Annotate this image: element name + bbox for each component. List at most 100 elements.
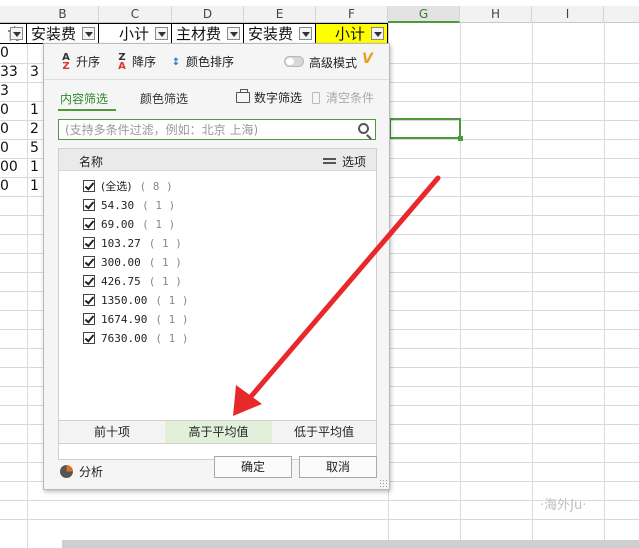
list-item[interactable]: 7630.00 ( 1 ): [83, 330, 188, 346]
cell[interactable]: 0: [0, 44, 30, 63]
column-header-d[interactable]: D: [172, 6, 244, 23]
header-cell-label: 安装费: [30, 25, 76, 43]
pie-chart-icon: [60, 465, 73, 478]
column-header-c[interactable]: C: [99, 6, 172, 23]
list-item-count: ( 1 ): [155, 331, 189, 345]
cell[interactable]: 5: [30, 139, 42, 158]
analyze-button[interactable]: 分析: [60, 463, 103, 480]
cell[interactable]: 1: [30, 158, 42, 177]
list-item-count: ( 8 ): [139, 179, 173, 193]
checkbox-checked-icon[interactable]: [83, 199, 95, 211]
sort-by-color-button[interactable]: ↕ 颜色排序: [170, 54, 234, 70]
column-header-g[interactable]: G: [388, 6, 460, 23]
header-cell-a[interactable]: 肯: [0, 23, 27, 44]
cell[interactable]: 0: [0, 177, 30, 196]
column-header-b[interactable]: B: [27, 6, 99, 23]
cell[interactable]: 1: [30, 101, 42, 120]
sort-descending-button[interactable]: ZA 降序: [116, 53, 156, 72]
list-options-label: 选项: [341, 155, 366, 169]
header-cell-f[interactable]: 小计: [316, 23, 388, 44]
cell[interactable]: 3: [0, 82, 30, 101]
search-input[interactable]: [65, 122, 350, 137]
filter-dropdown-icon[interactable]: [299, 27, 312, 40]
analyze-label: 分析: [79, 465, 104, 479]
column-header-i[interactable]: I: [532, 6, 604, 23]
checkbox-checked-icon[interactable]: [83, 294, 95, 306]
tab-color-filter[interactable]: 颜色筛选: [140, 90, 188, 107]
column-header-e[interactable]: E: [244, 6, 316, 23]
search-icon[interactable]: [358, 123, 369, 134]
checkbox-checked-icon[interactable]: [83, 237, 95, 249]
header-cell-label: 安装费: [247, 25, 293, 43]
watermark: ·海外Ju·: [540, 498, 587, 513]
list-item[interactable]: 1350.00 ( 1 ): [83, 292, 188, 308]
header-cell-d[interactable]: 主材费: [172, 23, 244, 44]
list-options-button[interactable]: 选项: [322, 153, 366, 170]
list-item-label: 103.27: [101, 236, 141, 250]
cell[interactable]: 0: [0, 101, 30, 120]
list-header: 名称 选项: [59, 149, 376, 171]
header-cell-c[interactable]: 小计: [99, 23, 172, 44]
number-filter-button[interactable]: 数字筛选: [236, 89, 302, 106]
list-item[interactable]: 300.00 ( 1 ): [83, 254, 182, 270]
column-header-f[interactable]: F: [316, 6, 388, 23]
list-item-label: 1350.00: [101, 293, 148, 307]
checkbox-checked-icon[interactable]: [83, 180, 95, 192]
sort-ascending-button[interactable]: AZ 升序: [60, 52, 101, 72]
checkbox-checked-icon[interactable]: [83, 313, 95, 325]
header-cell-label: 主材费: [175, 25, 221, 43]
header-cell-label: 小计: [118, 25, 149, 43]
cell[interactable]: 0: [0, 139, 30, 158]
above-average-button[interactable]: 高于平均值: [165, 421, 272, 443]
tab-content-filter[interactable]: 内容筛选: [60, 90, 108, 107]
list-item-count: ( 1 ): [142, 217, 176, 231]
filter-dropdown-icon[interactable]: [371, 27, 384, 40]
list-item[interactable]: 426.75 ( 1 ): [83, 273, 182, 289]
filter-dropdown-icon[interactable]: [82, 27, 95, 40]
checkbox-checked-icon[interactable]: [83, 275, 95, 287]
cell[interactable]: 33: [0, 63, 30, 82]
cell[interactable]: 1: [30, 177, 42, 196]
filter-dropdown-icon[interactable]: [227, 27, 240, 40]
checkbox-checked-icon[interactable]: [83, 218, 95, 230]
checkbox-checked-icon[interactable]: [83, 256, 95, 268]
gridline: [0, 519, 639, 520]
resize-grip-icon[interactable]: [379, 479, 387, 487]
advanced-mode-toggle[interactable]: [284, 56, 304, 67]
list-item[interactable]: 54.30 ( 1 ): [83, 197, 175, 213]
below-average-button[interactable]: 低于平均值: [272, 421, 376, 443]
list-item-label: 426.75: [101, 274, 141, 288]
vip-icon: V: [362, 51, 373, 67]
checkbox-checked-icon[interactable]: [83, 332, 95, 344]
cell[interactable]: 00: [0, 158, 30, 177]
list-item[interactable]: 103.27 ( 1 ): [83, 235, 182, 251]
cell[interactable]: 2: [30, 120, 42, 139]
ok-button[interactable]: 确定: [214, 456, 292, 478]
header-cell-b[interactable]: 安装费: [27, 23, 99, 44]
cell[interactable]: 0: [0, 120, 30, 139]
sort-toolbar: AZ 升序 ZA 降序 ↕ 颜色排序 高级模式 V: [44, 44, 389, 80]
header-cell-label: 小计: [334, 25, 365, 43]
list-header-name: 名称: [79, 155, 104, 169]
horizontal-scrollbar[interactable]: [62, 540, 639, 548]
clear-conditions-button[interactable]: 清空条件: [312, 89, 374, 106]
clear-conditions-label: 清空条件: [326, 91, 375, 105]
list-item-select-all[interactable]: (全选) ( 8 ): [83, 178, 173, 194]
sort-ascending-label: 升序: [76, 55, 101, 69]
filter-dropdown-icon[interactable]: [10, 27, 23, 40]
list-item-label: 69.00: [101, 217, 135, 231]
list-item-label: (全选): [101, 180, 132, 193]
cancel-button[interactable]: 取消: [299, 456, 377, 478]
sort-ascending-icon: AZ: [62, 52, 70, 72]
header-cell-e[interactable]: 安装费: [244, 23, 316, 44]
value-list: 名称 选项 (全选) ( 8 ) 54.30 ( 1 ) 69.00 ( 1 )…: [58, 148, 377, 460]
column-header-row: B C D E F G H I: [0, 6, 639, 23]
search-box: [58, 119, 376, 140]
cell[interactable]: 3: [30, 63, 42, 82]
top-ten-button[interactable]: 前十项: [59, 421, 165, 443]
column-header-h[interactable]: H: [460, 6, 532, 23]
list-item[interactable]: 69.00 ( 1 ): [83, 216, 175, 232]
filter-dropdown-icon[interactable]: [155, 27, 168, 40]
list-item[interactable]: 1674.90 ( 1 ): [83, 311, 188, 327]
selected-cell[interactable]: [389, 118, 463, 141]
